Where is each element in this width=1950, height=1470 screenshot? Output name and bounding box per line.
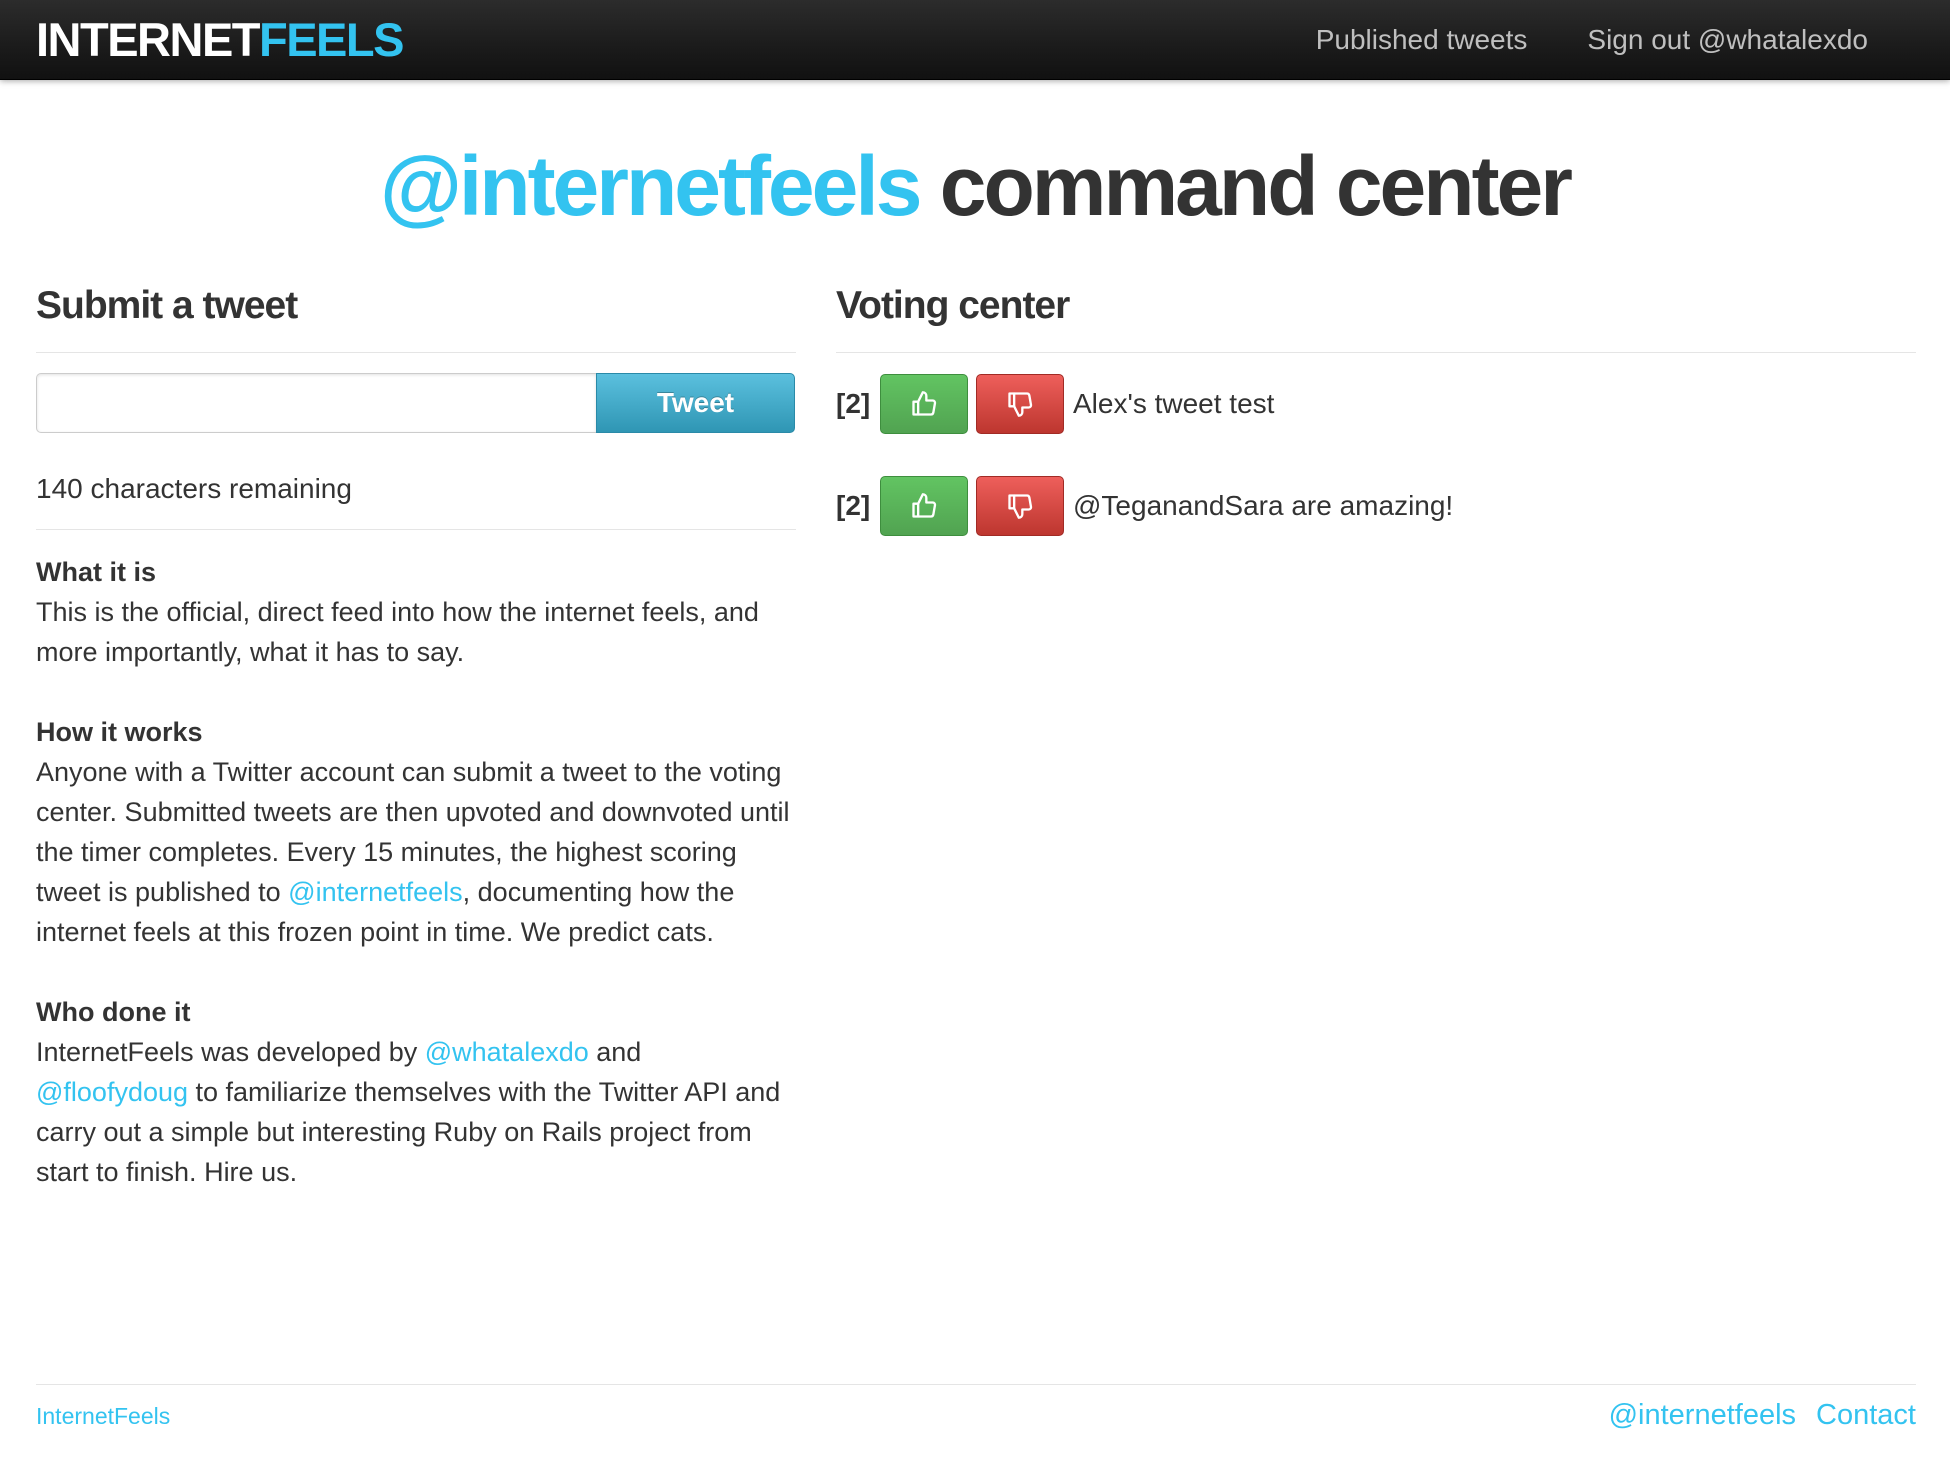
footer: InternetFeels @internetfeels Contact (36, 1384, 1916, 1431)
thumbs-down-icon (1008, 494, 1033, 519)
tweet-input[interactable] (36, 373, 596, 433)
how-it-works-title: How it works (36, 717, 203, 747)
who-text-part-1: InternetFeels was developed by (36, 1037, 425, 1067)
whatalexdo-link[interactable]: @whatalexdo (425, 1037, 589, 1067)
footer-contact-link[interactable]: Contact (1816, 1399, 1916, 1432)
vote-score: [2] (836, 490, 871, 521)
who-done-it-section: Who done it InternetFeels was developed … (36, 992, 796, 1192)
voting-title: Voting center (836, 280, 1916, 353)
voting-column: Voting center [2] Alex's tweet test [2] (836, 280, 1916, 537)
downvote-button[interactable] (976, 374, 1064, 434)
footer-links: @internetfeels Contact (1609, 1399, 1916, 1432)
page-title-rest: command center (919, 139, 1573, 233)
footer-internetfeels-link[interactable]: @internetfeels (1609, 1399, 1796, 1432)
nav-links: Published tweets Sign out @whatalexdo (1316, 0, 1868, 80)
who-done-it-text: InternetFeels was developed by @whatalex… (36, 1032, 796, 1192)
brand-accent: FEELS (259, 13, 404, 66)
vote-item: [2] Alex's tweet test (836, 373, 1916, 435)
thumbs-down-icon (1008, 392, 1033, 417)
who-done-it-title: Who done it (36, 997, 191, 1027)
vote-tweet-text: Alex's tweet test (1073, 388, 1275, 419)
navbar: INTERNETFEELS Published tweets Sign out … (0, 0, 1950, 80)
what-it-is-title: What it is (36, 557, 156, 587)
nav-published-tweets[interactable]: Published tweets (1316, 24, 1528, 56)
footer-brand-link[interactable]: InternetFeels (36, 1403, 170, 1430)
upvote-button[interactable] (880, 476, 968, 536)
what-it-is-section: What it is This is the official, direct … (36, 552, 796, 672)
downvote-button[interactable] (976, 476, 1064, 536)
vote-item: [2] @TeganandSara are amazing! (836, 475, 1916, 537)
how-it-works-section: How it works Anyone with a Twitter accou… (36, 712, 796, 952)
how-it-works-text: Anyone with a Twitter account can submit… (36, 752, 796, 952)
what-it-is-text: This is the official, direct feed into h… (36, 597, 759, 667)
thumbs-up-icon (912, 493, 937, 518)
thumbs-up-icon (912, 391, 937, 416)
characters-remaining: 140 characters remaining (36, 471, 796, 530)
submit-column: Submit a tweet Tweet 140 characters rema… (36, 280, 796, 1192)
internetfeels-link[interactable]: @internetfeels (288, 877, 463, 907)
brand-logo[interactable]: INTERNETFEELS (36, 13, 404, 66)
page-title: @internetfeels command center (0, 138, 1950, 234)
page-title-handle: @internetfeels (380, 139, 922, 233)
tweet-form: Tweet (36, 373, 796, 433)
vote-score: [2] (836, 388, 871, 419)
tweet-button[interactable]: Tweet (596, 373, 795, 433)
nav-sign-out[interactable]: Sign out @whatalexdo (1587, 24, 1868, 56)
upvote-button[interactable] (880, 374, 968, 434)
brand-main: INTERNET (36, 13, 261, 66)
floofydoug-link[interactable]: @floofydoug (36, 1077, 188, 1107)
submit-title: Submit a tweet (36, 280, 796, 353)
who-text-part-2: and (588, 1037, 642, 1067)
vote-tweet-text: @TeganandSara are amazing! (1073, 490, 1454, 521)
